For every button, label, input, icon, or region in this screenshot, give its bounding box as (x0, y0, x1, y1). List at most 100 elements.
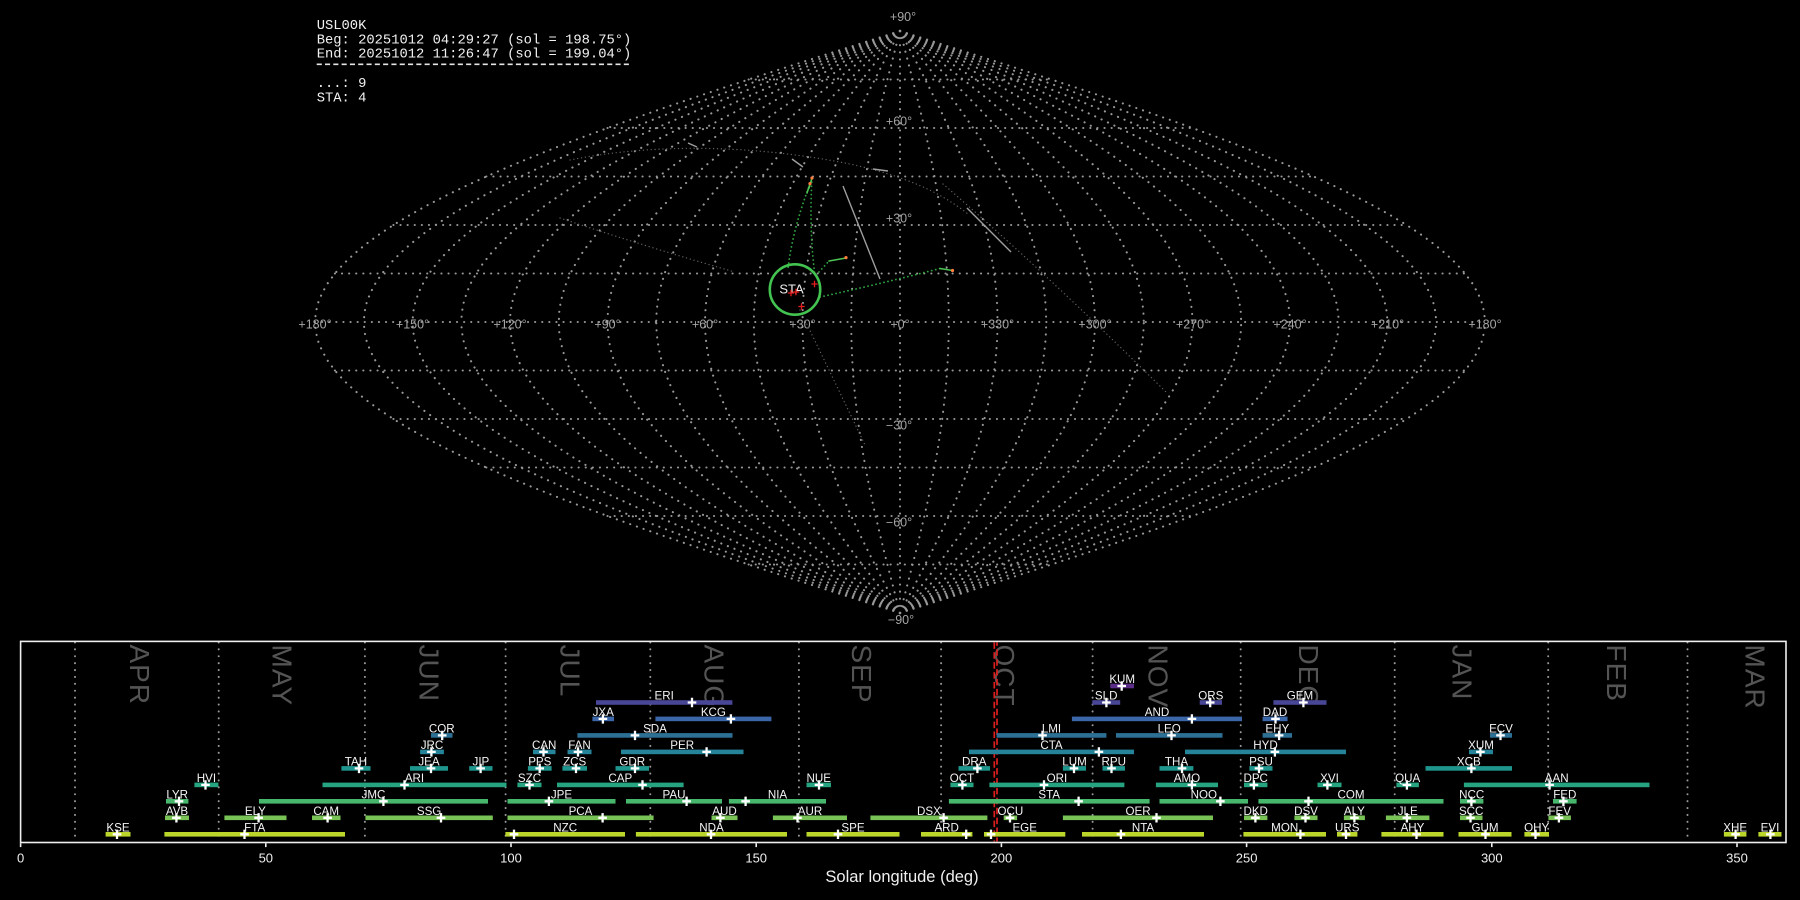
svg-text:0: 0 (17, 851, 24, 866)
svg-text:+240°: +240° (1273, 318, 1306, 332)
svg-text:STA: STA (1038, 788, 1060, 801)
svg-text:PCA: PCA (569, 805, 593, 818)
svg-text:NTA: NTA (1132, 821, 1155, 834)
svg-text:DSX: DSX (917, 805, 941, 818)
svg-text:FEV: FEV (1548, 805, 1571, 818)
svg-text:LYR: LYR (166, 788, 188, 801)
svg-text:EGE: EGE (1012, 821, 1037, 834)
svg-text:...: 9: ...: 9 (317, 77, 367, 92)
svg-text:URS: URS (1335, 821, 1360, 834)
svg-text:COR: COR (429, 722, 455, 735)
svg-text:+0°: +0° (890, 318, 909, 332)
svg-text:AND: AND (1145, 706, 1169, 719)
svg-text:+150°: +150° (396, 318, 429, 332)
svg-text:+270°: +270° (1176, 318, 1209, 332)
svg-text:MAR: MAR (1740, 645, 1771, 710)
svg-text:STA: 4: STA: 4 (317, 91, 367, 106)
svg-text:PER: PER (670, 739, 694, 752)
svg-text:−60°: −60° (886, 516, 912, 530)
svg-text:AMO: AMO (1174, 772, 1200, 785)
svg-text:DPC: DPC (1243, 772, 1267, 785)
svg-text:OCT: OCT (950, 772, 974, 785)
svg-text:DSV: DSV (1294, 805, 1318, 818)
svg-text:PAU: PAU (663, 788, 686, 801)
svg-text:FTA: FTA (244, 821, 265, 834)
svg-text:LEO: LEO (1158, 722, 1181, 735)
svg-text:+60°: +60° (886, 115, 912, 129)
svg-text:350: 350 (1726, 851, 1748, 866)
svg-text:HYD: HYD (1253, 739, 1277, 752)
svg-text:AHY: AHY (1401, 821, 1425, 834)
svg-text:−30°: −30° (886, 419, 912, 433)
svg-text:GUM: GUM (1471, 821, 1498, 834)
svg-text:ELY: ELY (245, 805, 266, 818)
svg-text:SPE: SPE (841, 821, 864, 834)
svg-text:SDA: SDA (643, 722, 667, 735)
svg-text:MON: MON (1271, 821, 1298, 834)
svg-text:JMC: JMC (362, 788, 386, 801)
svg-text:ARI: ARI (405, 772, 424, 785)
svg-text:JUL: JUL (554, 645, 585, 698)
svg-text:50: 50 (259, 851, 273, 866)
svg-text:LUM: LUM (1062, 755, 1086, 768)
svg-text:FAN: FAN (568, 739, 591, 752)
svg-text:+30°: +30° (789, 318, 815, 332)
svg-text:KCG: KCG (701, 706, 726, 719)
svg-text:+330°: +330° (981, 318, 1014, 332)
svg-text:200: 200 (991, 851, 1013, 866)
svg-text:NOV: NOV (1142, 645, 1173, 709)
svg-text:PSU: PSU (1249, 755, 1273, 768)
svg-text:End: 20251012 11:26:47 (sol =: End: 20251012 11:26:47 (sol = 199.04°) (317, 47, 632, 63)
svg-text:ECV: ECV (1489, 722, 1513, 735)
svg-text:100: 100 (500, 851, 522, 866)
svg-text:ORI: ORI (1047, 772, 1068, 785)
svg-text:JIP: JIP (473, 755, 490, 768)
svg-text:ZCS: ZCS (563, 755, 586, 768)
svg-text:TAH: TAH (345, 755, 367, 768)
svg-text:COM: COM (1337, 788, 1364, 801)
svg-text:CAM: CAM (313, 805, 339, 818)
svg-text:JRC: JRC (421, 739, 444, 752)
svg-text:+210°: +210° (1371, 318, 1404, 332)
svg-text:AUR: AUR (798, 805, 822, 818)
svg-text:OCU: OCU (998, 805, 1024, 818)
svg-text:NOO: NOO (1191, 788, 1217, 801)
svg-text:XUM: XUM (1468, 739, 1494, 752)
svg-text:NCC: NCC (1459, 788, 1484, 801)
svg-text:ERI: ERI (655, 690, 674, 703)
svg-text:JEA: JEA (418, 755, 440, 768)
svg-text:300: 300 (1481, 851, 1503, 866)
svg-text:OHY: OHY (1524, 821, 1549, 834)
svg-text:QUA: QUA (1395, 772, 1420, 785)
svg-text:PPS: PPS (528, 755, 551, 768)
svg-text:GEM: GEM (1287, 690, 1313, 703)
svg-text:CAP: CAP (608, 772, 632, 785)
svg-text:KSE: KSE (106, 821, 129, 834)
svg-text:THA: THA (1165, 755, 1188, 768)
svg-text:+30°: +30° (886, 212, 912, 226)
svg-text:150: 150 (745, 851, 767, 866)
svg-text:SLD: SLD (1095, 690, 1118, 703)
svg-text:DKD: DKD (1243, 805, 1267, 818)
svg-text:JAN: JAN (1446, 645, 1477, 701)
svg-text:SEP: SEP (846, 645, 877, 704)
svg-text:GDR: GDR (619, 755, 645, 768)
svg-text:DAD: DAD (1263, 706, 1287, 719)
svg-text:FEB: FEB (1601, 645, 1632, 702)
svg-text:AUG: AUG (698, 645, 729, 709)
svg-text:JXA: JXA (593, 706, 615, 719)
svg-text:+180°: +180° (1468, 318, 1501, 332)
svg-text:XCB: XCB (1457, 755, 1481, 768)
svg-text:−90°: −90° (888, 613, 914, 627)
svg-text:NUE: NUE (807, 772, 832, 785)
svg-text:CTA: CTA (1040, 739, 1063, 752)
svg-text:EHY: EHY (1265, 722, 1289, 735)
svg-text:KUM: KUM (1109, 673, 1135, 686)
svg-text:STA: STA (779, 282, 804, 297)
svg-text:SCC: SCC (1459, 805, 1483, 818)
svg-text:ORS: ORS (1198, 690, 1223, 703)
svg-text:ARD: ARD (934, 821, 958, 834)
svg-text:LMI: LMI (1042, 722, 1061, 735)
svg-text:+180°: +180° (298, 318, 331, 332)
svg-text:XVI: XVI (1320, 772, 1339, 785)
